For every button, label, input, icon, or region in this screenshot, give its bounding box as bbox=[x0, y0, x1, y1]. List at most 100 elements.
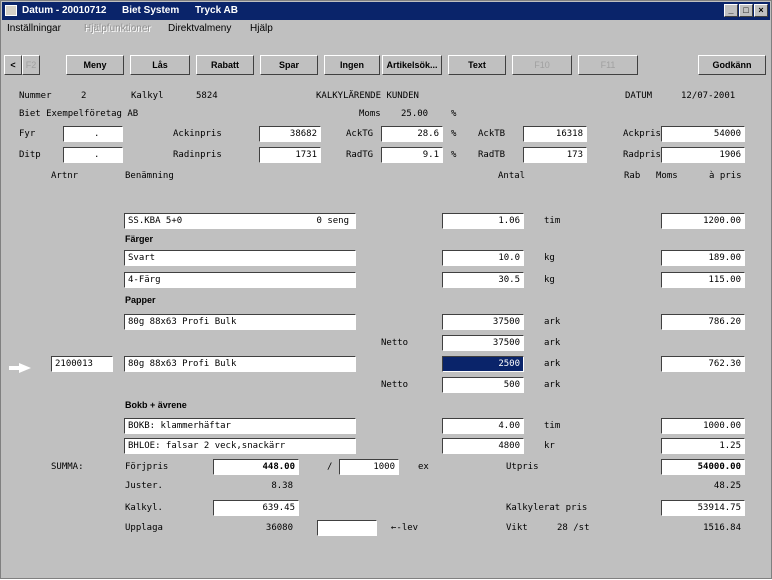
vikt-value: 28 /st bbox=[557, 523, 590, 533]
heading-papper: Papper bbox=[125, 295, 156, 305]
line-unit-bokb1: tim bbox=[544, 421, 561, 431]
line-antal-papper2[interactable]: 2500 bbox=[442, 356, 524, 372]
acktb-field[interactable]: 16318 bbox=[523, 126, 587, 142]
utpris-label: Utpris bbox=[506, 462, 539, 472]
radtb-field[interactable]: 173 bbox=[523, 147, 587, 163]
kalkyl-sum-field[interactable]: 639.45 bbox=[213, 500, 299, 516]
kalkylerat-pris-field[interactable]: 53914.75 bbox=[661, 500, 745, 516]
line-unit-bokb2: kr bbox=[544, 441, 555, 451]
line-price-bokb1[interactable]: 1000.00 bbox=[661, 418, 745, 434]
lev-field[interactable] bbox=[317, 520, 377, 536]
radpris-label: Radpris bbox=[623, 150, 661, 160]
line-unit-papper2: ark bbox=[544, 359, 561, 369]
line-desc-bokb2[interactable]: BHLOE: falsar 2 veck,snackärr bbox=[124, 438, 356, 454]
col-artnr: Artnr bbox=[51, 171, 79, 181]
upplaga-value: 36080 bbox=[265, 523, 293, 533]
netto-label-2: Netto bbox=[381, 380, 409, 390]
forjpris-label: Förjpris bbox=[125, 462, 169, 472]
line-antal-bokb1[interactable]: 4.00 bbox=[442, 418, 524, 434]
artnr-field[interactable]: 2100013 bbox=[51, 356, 113, 372]
lev-label: ←-lev bbox=[391, 523, 419, 533]
line-antal-ssKBA[interactable]: 1.06 bbox=[442, 213, 524, 229]
app-window: Datum - 20010712 Biet System Tryck AB _ … bbox=[0, 0, 772, 579]
col-antal: Antal bbox=[498, 171, 526, 181]
nummer-value: 2 bbox=[81, 91, 87, 101]
juster-value: 8.38 bbox=[271, 481, 293, 491]
netto-unit-1: ark bbox=[544, 338, 561, 348]
summa-label: SUMMA: bbox=[51, 462, 84, 472]
line-price-bokb2[interactable]: 1.25 bbox=[661, 438, 745, 454]
current-row-arrow-icon bbox=[9, 363, 31, 373]
line-desc-svart[interactable]: Svart bbox=[124, 250, 356, 266]
line-antal-bokb2[interactable]: 4800 bbox=[442, 438, 524, 454]
kalkyl-value: 5824 bbox=[196, 91, 218, 101]
radtb-label: RadTB bbox=[478, 150, 506, 160]
ditp-field[interactable]: . bbox=[63, 147, 123, 163]
moms-label: Moms bbox=[359, 109, 381, 119]
col-moms: Moms bbox=[656, 171, 678, 181]
moms-percent: % bbox=[451, 109, 457, 119]
line-price-ssKBA[interactable]: 1200.00 bbox=[661, 213, 745, 229]
acktb-label: AckTB bbox=[478, 129, 506, 139]
line-unit-svart: kg bbox=[544, 253, 555, 263]
per-slash: / bbox=[327, 462, 333, 472]
vikt-total: 1516.84 bbox=[703, 523, 741, 533]
radtg-percent: % bbox=[451, 150, 457, 160]
juster-label: Juster. bbox=[125, 481, 163, 491]
ackinpris-label: Ackinpris bbox=[173, 129, 222, 139]
radpris-field[interactable]: 1906 bbox=[661, 147, 745, 163]
ditp-label: Ditp bbox=[19, 150, 41, 160]
radtg-label: RadTG bbox=[346, 150, 374, 160]
line-desc-fyrfarg[interactable]: 4-Färg bbox=[124, 272, 356, 288]
per-quantity-field[interactable]: 1000 bbox=[339, 459, 399, 475]
ackpris-label: Ackpris bbox=[623, 129, 661, 139]
fyr-field[interactable]: . bbox=[63, 126, 123, 142]
ackpris-field[interactable]: 54000 bbox=[661, 126, 745, 142]
radinpris-label: Radinpris bbox=[173, 150, 222, 160]
fyr-label: Fyr bbox=[19, 129, 36, 139]
kalkyl-label: Kalkyl bbox=[131, 91, 164, 101]
line-price-svart[interactable]: 189.00 bbox=[661, 250, 745, 266]
line-price-papper1[interactable]: 786.20 bbox=[661, 314, 745, 330]
ackinpris-field[interactable]: 38682 bbox=[259, 126, 321, 142]
radtg-field[interactable]: 9.1 bbox=[381, 147, 443, 163]
radinpris-field[interactable]: 1731 bbox=[259, 147, 321, 163]
line-desc-bokb1[interactable]: BOKB: klammerhäftar bbox=[124, 418, 356, 434]
netto-value-2[interactable]: 500 bbox=[442, 377, 524, 393]
company-name: Biet Exempelföretag AB bbox=[19, 109, 139, 119]
netto-value-1[interactable]: 37500 bbox=[442, 335, 524, 351]
acktg-percent: % bbox=[451, 129, 457, 139]
line-unit-fyrfarg: kg bbox=[544, 275, 555, 285]
acktg-label: AckTG bbox=[346, 129, 374, 139]
line-desc-ssKBA[interactable]: SS.KBA 5+0 0 seng bbox=[124, 213, 356, 229]
netto-label-1: Netto bbox=[381, 338, 409, 348]
vikt-label: Vikt bbox=[506, 523, 528, 533]
datum-value: 12/07-2001 bbox=[681, 91, 736, 101]
line-price-fyrfarg[interactable]: 115.00 bbox=[661, 272, 745, 288]
calculation-form: Nummer 2 Kalkyl 5824 KALKYLÄRENDE KUNDEN… bbox=[1, 1, 772, 580]
heading-bokb: Bokb + ävrene bbox=[125, 400, 187, 410]
line-antal-papper1[interactable]: 37500 bbox=[442, 314, 524, 330]
line-antal-fyrfarg[interactable]: 30.5 bbox=[442, 272, 524, 288]
line-desc-papper1[interactable]: 80g 88x63 Profi Bulk bbox=[124, 314, 356, 330]
netto-unit-2: ark bbox=[544, 380, 561, 390]
kalkyl-sum-label: Kalkyl. bbox=[125, 503, 163, 513]
datum-label: DATUM bbox=[625, 91, 653, 101]
line-desc-papper2[interactable]: 80g 88x63 Profi Bulk bbox=[124, 356, 356, 372]
forjpris-field[interactable]: 448.00 bbox=[213, 459, 299, 475]
line-unit-papper1: ark bbox=[544, 317, 561, 327]
kalkylerat-pris-label: Kalkylerat pris bbox=[506, 503, 588, 513]
upplaga-label: Upplaga bbox=[125, 523, 163, 533]
nummer-label: Nummer bbox=[19, 91, 52, 101]
line-antal-svart[interactable]: 10.0 bbox=[442, 250, 524, 266]
utpris-field[interactable]: 54000.00 bbox=[661, 459, 745, 475]
col-rab: Rab bbox=[624, 171, 641, 181]
col-apris: à pris bbox=[709, 171, 742, 181]
line-price-papper2[interactable]: 762.30 bbox=[661, 356, 745, 372]
document-title: KALKYLÄRENDE KUNDEN bbox=[316, 91, 419, 101]
heading-farger: Färger bbox=[125, 234, 154, 244]
per-unit: ex bbox=[418, 462, 429, 472]
acktg-field[interactable]: 28.6 bbox=[381, 126, 443, 142]
line-unit-ssKBA: tim bbox=[544, 216, 561, 226]
col-benamning: Benämning bbox=[125, 171, 174, 181]
